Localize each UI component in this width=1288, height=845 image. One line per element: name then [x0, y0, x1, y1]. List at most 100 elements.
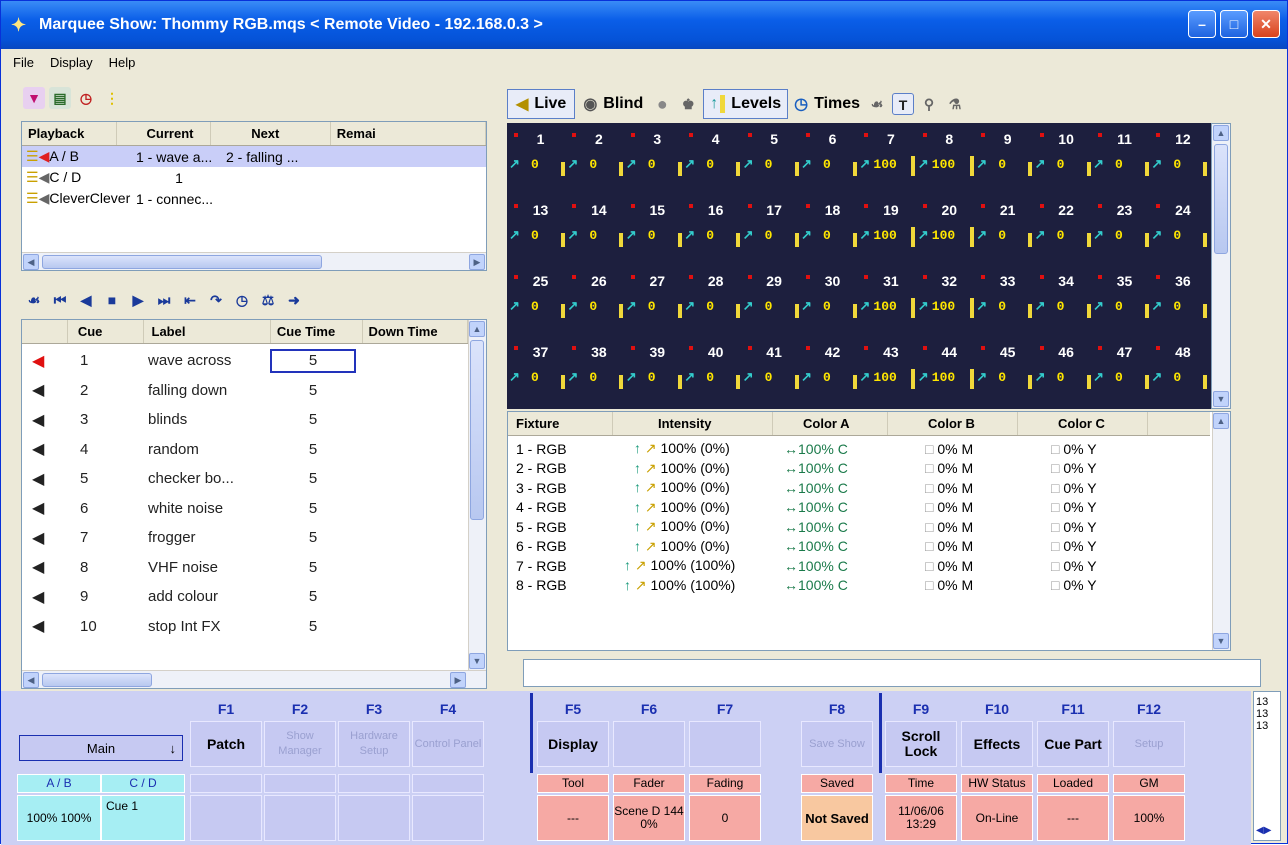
channel-number[interactable]: 10: [1039, 131, 1094, 147]
pin-icon[interactable]: ➜: [283, 289, 305, 311]
bottle-icon[interactable]: ♚: [677, 93, 699, 115]
main-dropdown[interactable]: Main ↓: [19, 735, 183, 761]
setup-icon[interactable]: ▤: [49, 87, 71, 109]
maximize-button[interactable]: □: [1220, 10, 1248, 38]
fkey-button-f10[interactable]: Effects: [961, 721, 1033, 767]
command-line-input[interactable]: [523, 659, 1261, 687]
channel-number[interactable]: 44: [922, 344, 977, 360]
channel-number[interactable]: 6: [805, 131, 860, 147]
status-value[interactable]: Not Saved: [801, 795, 873, 841]
playback-icon[interactable]: ▼: [23, 87, 45, 109]
scroll-up-icon[interactable]: ▲: [1213, 413, 1229, 429]
live-button[interactable]: ◀ Live: [507, 89, 576, 119]
fader-ab-label[interactable]: A / B: [17, 774, 101, 793]
scroll-down-icon[interactable]: ▼: [469, 653, 485, 669]
channel-number[interactable]: 20: [922, 202, 977, 218]
fkey-button-f6[interactable]: [613, 721, 685, 767]
scroll-thumb[interactable]: [470, 340, 484, 520]
scroll-right-icon[interactable]: ▶: [469, 254, 485, 270]
channel-number[interactable]: 23: [1097, 202, 1152, 218]
col-next[interactable]: Next: [211, 122, 331, 145]
col-color-c[interactable]: Color C: [1018, 412, 1148, 435]
channel-number[interactable]: 16: [688, 202, 743, 218]
channel-number[interactable]: 8: [922, 131, 977, 147]
scroll-up-icon[interactable]: ▲: [1213, 125, 1229, 141]
cue-row[interactable]: ◀ 2 falling down 5: [22, 376, 486, 406]
channel-number[interactable]: 17: [747, 202, 802, 218]
col-intensity[interactable]: Intensity: [613, 412, 773, 435]
channel-number[interactable]: 5: [747, 131, 802, 147]
pan-tilt-icon[interactable]: T: [892, 93, 915, 115]
channel-number[interactable]: 45: [980, 344, 1035, 360]
cue-hscroll[interactable]: ◀ ▶: [22, 670, 486, 688]
fkey-button-f11[interactable]: Cue Part: [1037, 721, 1109, 767]
channel-number[interactable]: 18: [805, 202, 860, 218]
col-color-b[interactable]: Color B: [888, 412, 1018, 435]
cue-time-edit[interactable]: 5: [270, 348, 356, 373]
fixture-row[interactable]: 3 - RGB ↑ ↗ 100% (0%) ↔100% C □ 0% M □ 0% Y: [508, 478, 1230, 498]
fixture-row[interactable]: 7 - RGB ↑ ↗ 100% (100%) ↔100% C □ 0% M □ 0% …: [508, 556, 1230, 576]
channel-number[interactable]: 26: [571, 273, 626, 289]
timer-icon[interactable]: ◷: [75, 87, 97, 109]
status-value[interactable]: 100%: [1113, 795, 1185, 841]
fkey-button-f5[interactable]: Display: [537, 721, 609, 767]
cue-row[interactable]: ◀ 10 stop Int FX 5: [22, 612, 486, 642]
cue-row[interactable]: ◀ 4 random 5: [22, 435, 486, 465]
scroll-left-icon[interactable]: ◀: [23, 254, 39, 270]
status-value[interactable]: ---: [537, 795, 609, 841]
col-color-a[interactable]: Color A: [773, 412, 888, 435]
col-remaining[interactable]: Remai: [331, 122, 486, 145]
channel-number[interactable]: 12: [1155, 131, 1210, 147]
fixture-row[interactable]: 2 - RGB ↑ ↗ 100% (0%) ↔100% C □ 0% M □ 0% Y: [508, 459, 1230, 479]
channel-number[interactable]: 28: [688, 273, 743, 289]
pointer-icon[interactable]: ☙: [23, 289, 45, 311]
channel-number[interactable]: 13: [513, 202, 568, 218]
last-cue-icon[interactable]: ⏭: [153, 289, 175, 311]
playback-row[interactable]: ☰◀C / D 1: [22, 167, 486, 188]
channel-number[interactable]: 43: [863, 344, 918, 360]
cue-row[interactable]: ◀ 9 add colour 5: [22, 582, 486, 612]
channel-number[interactable]: 1: [513, 131, 568, 147]
menu-file[interactable]: File: [13, 55, 34, 70]
channel-vscroll[interactable]: ▲ ▼: [1211, 123, 1231, 409]
channel-number[interactable]: 32: [922, 273, 977, 289]
fkey-button-f7[interactable]: [689, 721, 761, 767]
fkey-button-f4[interactable]: Control Panel: [412, 721, 484, 767]
pointer-tool-icon[interactable]: ☙: [866, 93, 888, 115]
status-value[interactable]: 11/06/06 13:29: [885, 795, 957, 841]
channel-grid[interactable]: 1 0 ↗ 2 0 ↗ 3 0 ↗ 4 0 ↗ 5 0 ↗ 6 0 ↗ 7 100 ↗ 8 100 ↗ 9 0 ↗ 10 0 ↗ 11 0 ↗ 1…: [507, 123, 1211, 409]
cue-row[interactable]: ◀ 5 checker bo... 5: [22, 464, 486, 494]
record-icon[interactable]: ●: [651, 93, 673, 115]
channel-number[interactable]: 46: [1039, 344, 1094, 360]
channel-number[interactable]: 40: [688, 344, 743, 360]
gobo-icon[interactable]: ⚗: [944, 93, 966, 115]
channel-number[interactable]: 38: [571, 344, 626, 360]
cue-vscroll[interactable]: ▲ ▼: [468, 320, 486, 670]
cue-row[interactable]: ◀ 8 VHF noise 5: [22, 553, 486, 583]
scroll-down-icon[interactable]: ▼: [1213, 391, 1229, 407]
fkey-button-f2[interactable]: Show Manager: [264, 721, 336, 767]
channel-number[interactable]: 24: [1155, 202, 1210, 218]
col-down-time[interactable]: Down Time: [363, 320, 469, 343]
channel-number[interactable]: 11: [1097, 131, 1152, 147]
channel-number[interactable]: 27: [630, 273, 685, 289]
col-cue[interactable]: Cue: [68, 320, 144, 343]
col-fixture[interactable]: Fixture: [508, 412, 613, 435]
blind-button[interactable]: ◉ Blind: [575, 92, 651, 116]
channel-number[interactable]: 7: [863, 131, 918, 147]
cue-row[interactable]: ◀ 3 blinds 5: [22, 405, 486, 435]
fixture-row[interactable]: 1 - RGB ↑ ↗ 100% (0%) ↔100% C □ 0% M □ 0% Y: [508, 439, 1230, 459]
stop-icon[interactable]: ■: [101, 289, 123, 311]
fkey-button-f9[interactable]: Scroll Lock: [885, 721, 957, 767]
channel-number[interactable]: 31: [863, 273, 918, 289]
col-cue-time[interactable]: Cue Time: [271, 320, 363, 343]
link-icon[interactable]: ↷: [205, 289, 227, 311]
channel-number[interactable]: 41: [747, 344, 802, 360]
fixture-row[interactable]: 5 - RGB ↑ ↗ 100% (0%) ↔100% C □ 0% M □ 0% Y: [508, 517, 1230, 537]
channel-number[interactable]: 19: [863, 202, 918, 218]
channel-number[interactable]: 35: [1097, 273, 1152, 289]
playback-row[interactable]: ☰◀CleverClever 1 - connec...: [22, 188, 486, 209]
scroll-left-icon[interactable]: ◀: [23, 672, 39, 688]
channel-number[interactable]: 9: [980, 131, 1035, 147]
fkey-button-f3[interactable]: Hardware Setup: [338, 721, 410, 767]
